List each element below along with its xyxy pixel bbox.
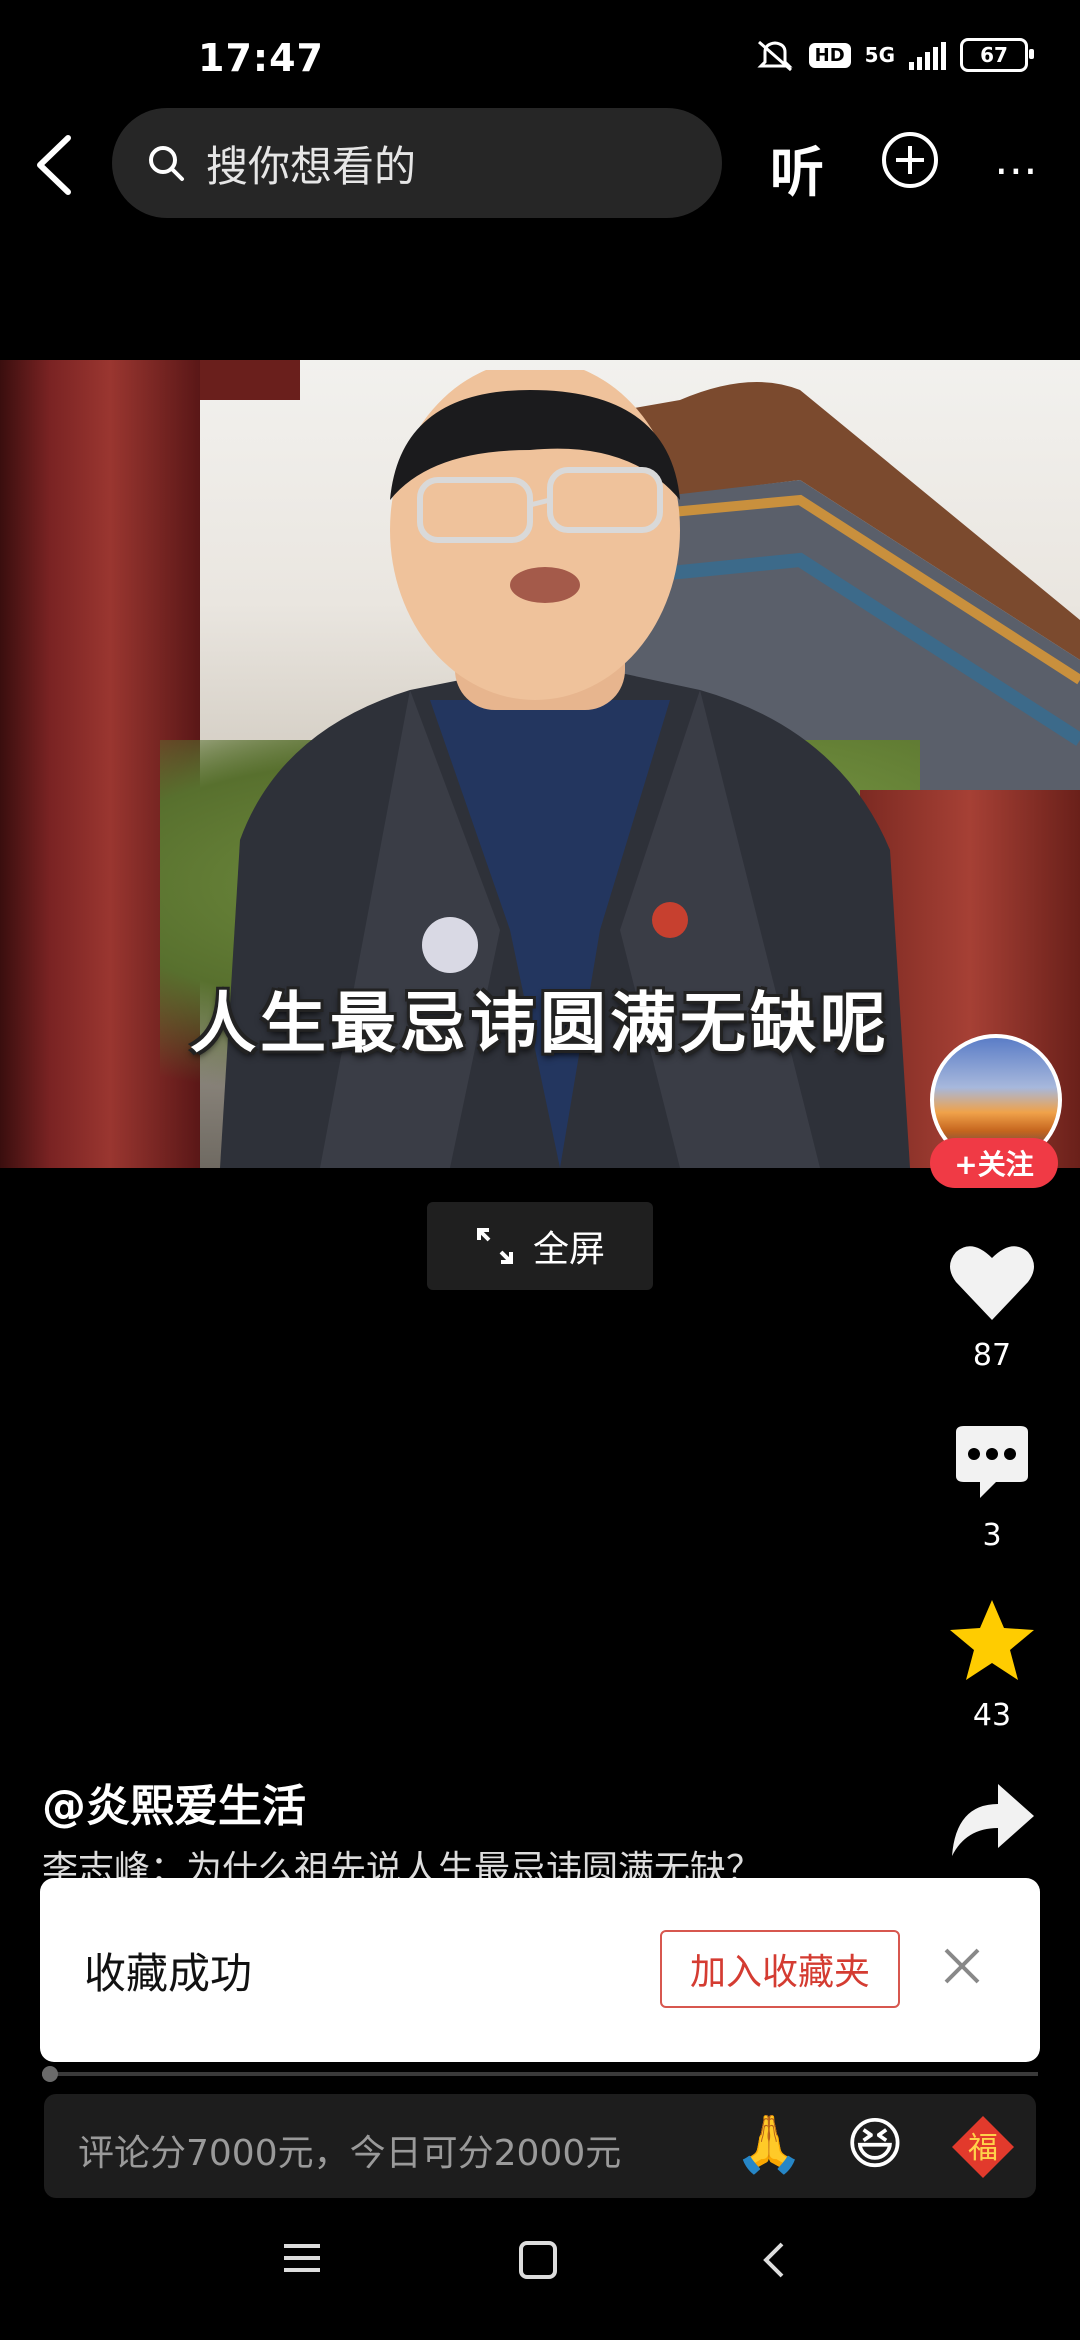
signal-icon — [909, 40, 946, 70]
comment-placeholder: 评论分7000元，今日可分2000元 — [78, 2133, 622, 2174]
pray-emoji-button[interactable]: 🙏 — [734, 2110, 804, 2180]
add-icon[interactable] — [880, 130, 940, 190]
creator-handle[interactable]: @炎熙爱生活 — [42, 1770, 306, 1834]
more-icon[interactable]: ⋯ — [994, 145, 1040, 196]
battery-level: 67 — [980, 43, 1008, 67]
listen-button[interactable]: 听 — [770, 128, 824, 207]
favorite-toast: 收藏成功 加入收藏夹 — [40, 1878, 1040, 2062]
follow-button[interactable]: +关注 — [930, 1138, 1058, 1188]
video-subtitle: 人生最忌讳圆满无缺呢 — [190, 985, 890, 1062]
back-nav-icon[interactable] — [760, 2240, 790, 2280]
fu-char: 福 — [968, 2131, 998, 2166]
video-player[interactable]: 人生最忌讳圆满无缺呢 — [0, 360, 1080, 1168]
toast-message: 收藏成功 — [84, 1949, 253, 1998]
status-time: 17:47 — [198, 36, 324, 80]
fullscreen-label: 全屏 — [532, 1229, 605, 1270]
comment-icon[interactable] — [946, 1418, 1038, 1510]
laugh-emoji-button[interactable]: 😆 — [840, 2110, 910, 2180]
recents-icon[interactable] — [282, 2240, 322, 2276]
favorite-count: 43 — [972, 1698, 1012, 1733]
hd-badge: HD — [808, 42, 851, 68]
home-icon[interactable] — [518, 2240, 558, 2280]
network-label: 5G — [864, 43, 895, 67]
progress-handle[interactable] — [42, 2066, 58, 2082]
share-icon[interactable] — [946, 1774, 1038, 1866]
search-placeholder: 搜你想看的 — [206, 141, 417, 191]
close-icon[interactable] — [940, 1944, 984, 1988]
star-icon[interactable] — [946, 1596, 1038, 1688]
expand-icon — [476, 1228, 513, 1264]
heart-icon[interactable] — [946, 1236, 1038, 1328]
search-input[interactable]: 搜你想看的 — [112, 108, 722, 218]
fu-sticker-button[interactable]: 福 — [948, 2112, 1018, 2182]
video-progress-bar[interactable] — [42, 2072, 1038, 2076]
search-icon — [149, 146, 184, 181]
fullscreen-button[interactable]: 全屏 — [427, 1202, 653, 1290]
battery-icon: 67 — [960, 38, 1034, 72]
add-to-folder-button[interactable]: 加入收藏夹 — [660, 1930, 900, 2008]
comment-count: 3 — [982, 1518, 1002, 1553]
comment-input[interactable]: 评论分7000元，今日可分2000元 🙏 😆 福 — [44, 2094, 1036, 2198]
like-count: 87 — [972, 1338, 1012, 1373]
mute-icon — [757, 40, 793, 72]
back-icon[interactable] — [24, 130, 84, 200]
status-icons: HD 5G 67 — [755, 38, 1034, 72]
